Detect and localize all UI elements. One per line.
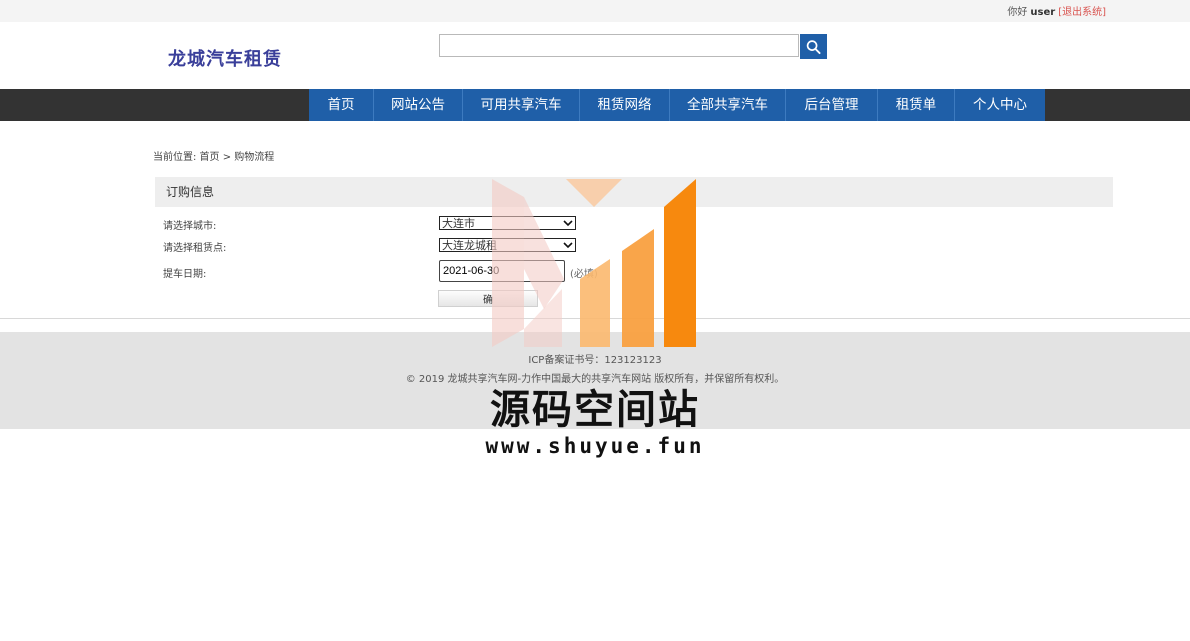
logout-link[interactable]: [退出系统] [1058, 7, 1106, 18]
pickup-date-label: 提车日期: [163, 269, 207, 280]
nav-item-profile[interactable]: 个人中心 [955, 89, 1045, 121]
main-nav: 首页 网站公告 可用共享汽车 租赁网络 全部共享汽车 后台管理 租赁单 个人中心 [0, 89, 1190, 121]
watermark-url: www.shuyue.fun [485, 434, 705, 458]
nav-item-available-cars[interactable]: 可用共享汽车 [463, 89, 580, 121]
nav-item-all-cars[interactable]: 全部共享汽车 [670, 89, 786, 121]
rental-point-select-value: 大连龙城租 [442, 239, 497, 252]
header: 龙城汽车租赁 [0, 22, 1190, 89]
username: user [1030, 7, 1056, 18]
search-icon [806, 39, 821, 54]
icp-record: ICP备案证书号：123123123 [528, 355, 662, 366]
city-label: 请选择城市: [163, 221, 217, 232]
city-select-value: 大连市 [442, 217, 475, 230]
rental-point-label: 请选择租赁点: [163, 243, 227, 254]
breadcrumb: 当前位置: 首页 > 购物流程 [153, 152, 275, 163]
top-bar: 你好 user [退出系统] [0, 0, 1190, 22]
user-area: 你好 user [退出系统] [1007, 3, 1106, 18]
nav-item-announcements[interactable]: 网站公告 [374, 89, 463, 121]
watermark-title: 源码空间站 [490, 387, 700, 433]
nav-menu: 首页 网站公告 可用共享汽车 租赁网络 全部共享汽车 后台管理 租赁单 个人中心 [309, 89, 1045, 121]
nav-item-rental-network[interactable]: 租赁网络 [580, 89, 670, 121]
nav-item-rental-orders[interactable]: 租赁单 [878, 89, 955, 121]
nav-item-home[interactable]: 首页 [309, 89, 374, 121]
watermark-logo-icon [492, 179, 696, 347]
site-logo[interactable]: 龙城汽车租赁 [168, 45, 282, 71]
greeting-text: 你好 [1007, 7, 1028, 18]
search-button[interactable] [800, 34, 827, 59]
nav-item-admin[interactable]: 后台管理 [786, 89, 878, 121]
search-input[interactable] [439, 34, 799, 57]
